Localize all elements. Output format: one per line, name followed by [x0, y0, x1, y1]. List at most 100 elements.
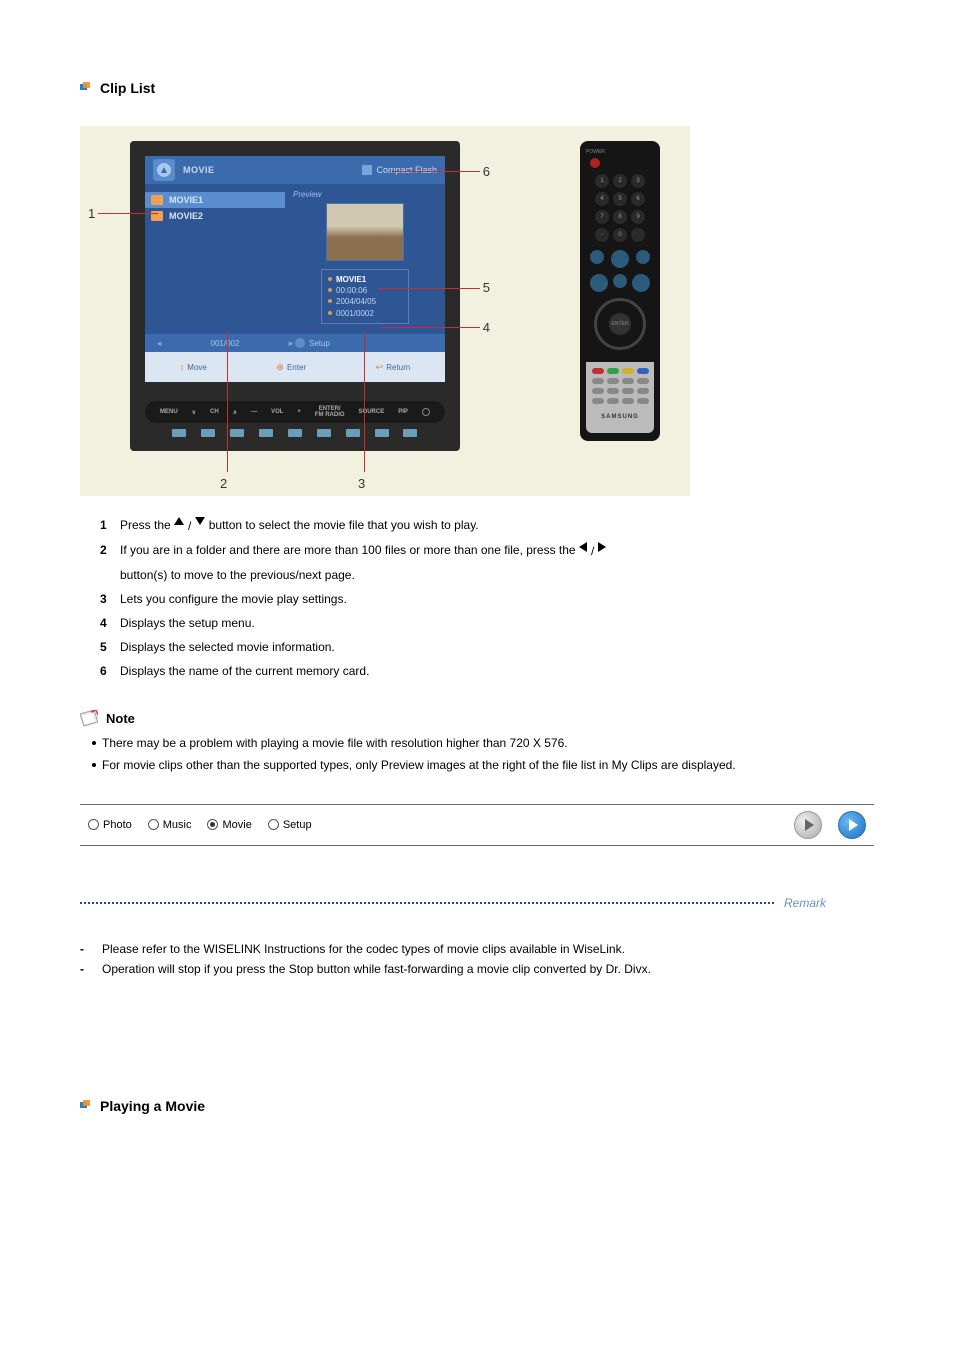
key-3[interactable]: 3: [631, 174, 645, 188]
remote-mid-center[interactable]: [611, 250, 629, 268]
screen-body: MOVIE1 MOVIE2 Preview MOVIE1 00:00:06 20…: [145, 184, 445, 334]
mode-nav-bar: Photo Music Movie Setup: [80, 804, 874, 846]
radio-photo[interactable]: Photo: [88, 819, 132, 831]
callout-line-1: [98, 213, 158, 214]
section-b-header: Playing a Movie: [80, 1098, 874, 1114]
note-text: For movie clips other than the supported…: [102, 756, 736, 774]
down-arrow-icon: [195, 517, 205, 525]
ctrl-vol-plus[interactable]: +: [297, 409, 301, 415]
info-duration: 00:00:06: [336, 285, 367, 296]
grey-button[interactable]: [607, 398, 619, 404]
nav-next-button[interactable]: [838, 811, 866, 839]
key-9[interactable]: 9: [631, 210, 645, 224]
ctrl-ch: CH: [210, 409, 219, 415]
ctrl-ch-down[interactable]: ∨: [192, 409, 196, 416]
tv-screen: MOVIE Compact Flash MOVIE1 MOVIE2: [145, 156, 445, 381]
para-item: - Operation will stop if you press the S…: [80, 960, 874, 978]
remote-lower-panel: SAMSUNG: [586, 362, 654, 433]
file-row[interactable]: MOVIE1: [145, 192, 285, 208]
hint-enter: ⊕Enter: [276, 362, 306, 373]
grey-button[interactable]: [592, 398, 604, 404]
page-prev-icon: ◄: [155, 339, 163, 348]
radio-setup[interactable]: Setup: [268, 819, 312, 831]
item-text: Lets you configure the movie play settin…: [120, 590, 347, 608]
list-item-2: 2 If you are in a folder and there are m…: [100, 541, 874, 560]
note-text: There may be a problem with playing a mo…: [102, 734, 568, 752]
grey-button[interactable]: [607, 378, 619, 384]
ctrl-pip[interactable]: PIP: [398, 409, 408, 415]
file-list: MOVIE1 MOVIE2: [145, 184, 285, 334]
key-5[interactable]: 5: [613, 192, 627, 206]
nav-prev-button[interactable]: [794, 811, 822, 839]
key-extra[interactable]: [631, 228, 645, 242]
hint-return: ↩Return: [376, 362, 411, 373]
list-item-2b: button(s) to move to the previous/next p…: [100, 566, 874, 584]
key-7[interactable]: 7: [595, 210, 609, 224]
yellow-button[interactable]: [622, 368, 634, 374]
grey-button[interactable]: [637, 398, 649, 404]
remote-enter-button[interactable]: ENTER: [609, 313, 631, 335]
list-item-4: 4 Displays the setup menu.: [100, 614, 874, 632]
callout-6: 6: [483, 164, 490, 179]
item-text: button(s) to move to the previous/next p…: [120, 566, 355, 584]
key-6[interactable]: 6: [631, 192, 645, 206]
grey-button[interactable]: [622, 378, 634, 384]
note-header: Note: [80, 710, 874, 728]
item-number: 6: [100, 662, 114, 680]
callout-line-3: [364, 332, 365, 472]
screen-mode-label: MOVIE: [183, 165, 215, 175]
grey-button[interactable]: [637, 378, 649, 384]
cf-icon: [362, 165, 372, 175]
key-1[interactable]: 1: [595, 174, 609, 188]
red-button[interactable]: [592, 368, 604, 374]
remote-mid-left[interactable]: [590, 250, 604, 264]
remote-mid-right[interactable]: [636, 250, 650, 264]
radio-music[interactable]: Music: [148, 819, 192, 831]
screen-card-label: Compact Flash: [362, 165, 437, 175]
page-next-icon: ►: [287, 339, 295, 348]
para-item: - Please refer to the WISELINK Instructi…: [80, 940, 874, 958]
callout-line-2: [227, 332, 228, 472]
remote-dpad[interactable]: ENTER: [594, 298, 646, 350]
ctrl-power-icon[interactable]: [422, 408, 430, 416]
key-2[interactable]: 2: [613, 174, 627, 188]
list-item-5: 5 Displays the selected movie informatio…: [100, 638, 874, 656]
grey-button[interactable]: [622, 388, 634, 394]
remote-keypad: 1 2 3 4 5 6 7 8 9 - 0: [595, 174, 645, 242]
preview-panel: Preview MOVIE1 00:00:06 2004/04/05 0001/…: [285, 184, 445, 334]
item-text: Displays the name of the current memory …: [120, 662, 369, 680]
ctrl-vol-minus[interactable]: —: [251, 409, 257, 415]
info-box: MOVIE1 00:00:06 2004/04/05 0001/0002: [321, 269, 409, 324]
item-number: 5: [100, 638, 114, 656]
green-button[interactable]: [607, 368, 619, 374]
ctrl-menu[interactable]: MENU: [160, 409, 178, 415]
remote-mute[interactable]: [613, 274, 627, 288]
section-header: Clip List: [80, 80, 874, 96]
blue-button[interactable]: [637, 368, 649, 374]
remote-control: POWER 1 2 3 4 5 6 7 8 9 - 0 ENTE: [580, 141, 660, 441]
ctrl-enter[interactable]: ENTER/ FM RADIO: [315, 406, 345, 418]
para-text: Please refer to the WISELINK Instruction…: [102, 940, 625, 958]
setup-label: Setup: [309, 339, 330, 348]
remote-power-button[interactable]: [590, 158, 600, 168]
key-0[interactable]: 0: [613, 228, 627, 242]
key-8[interactable]: 8: [613, 210, 627, 224]
ctrl-ch-up[interactable]: ∧: [233, 409, 237, 416]
grey-button[interactable]: [592, 388, 604, 394]
figure-container: MOVIE Compact Flash MOVIE1 MOVIE2: [80, 126, 690, 496]
item-number: 3: [100, 590, 114, 608]
grey-button[interactable]: [592, 378, 604, 384]
remote-ch[interactable]: [632, 274, 650, 292]
grey-button[interactable]: [622, 398, 634, 404]
remark-label: Remark: [784, 896, 874, 910]
key-dash[interactable]: -: [595, 228, 609, 242]
ctrl-source[interactable]: SOURCE: [359, 409, 385, 415]
file-row[interactable]: MOVIE2: [145, 208, 285, 224]
note-list: There may be a problem with playing a mo…: [92, 734, 874, 774]
grey-button[interactable]: [607, 388, 619, 394]
grey-button[interactable]: [637, 388, 649, 394]
movie-file-icon: [151, 195, 163, 205]
radio-movie[interactable]: Movie: [207, 819, 251, 831]
key-4[interactable]: 4: [595, 192, 609, 206]
remote-vol[interactable]: [590, 274, 608, 292]
